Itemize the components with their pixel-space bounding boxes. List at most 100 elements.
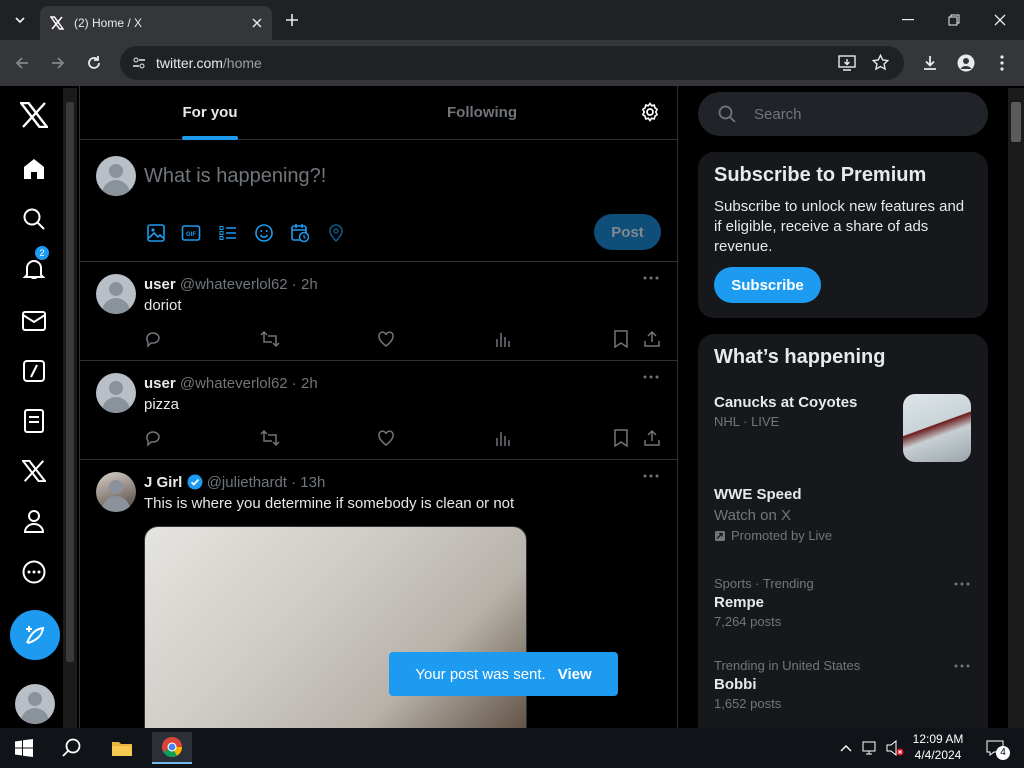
downloads-icon[interactable] — [916, 49, 944, 77]
trend-category: Trending in United States — [714, 658, 861, 673]
share-icon[interactable] — [643, 429, 661, 447]
menu-kebab-icon[interactable] — [988, 49, 1016, 77]
minimize-icon[interactable] — [894, 6, 922, 34]
windows-start-icon[interactable] — [4, 732, 44, 764]
more-circle-icon[interactable] — [17, 555, 51, 589]
close-tab-icon[interactable] — [252, 18, 262, 28]
forward-icon[interactable] — [44, 49, 72, 77]
browser-toolbar: twitter.com/home — [0, 40, 1024, 86]
profile-person-icon[interactable] — [17, 504, 51, 538]
emoji-icon[interactable] — [254, 223, 274, 243]
notifications-bell-icon[interactable]: 2 — [17, 246, 51, 286]
tweet[interactable]: user @whateverlol62 · 2h doriot — [80, 262, 677, 361]
tweet-handle[interactable]: @juliethardt · 13h — [207, 474, 326, 491]
trend-item[interactable]: Trending in United States Bobbi 1,652 po… — [714, 658, 972, 711]
right-sidebar: Search Subscribe to Premium Subscribe to… — [679, 86, 1007, 728]
trend-subtitle: Watch on X — [714, 507, 791, 524]
messages-envelope-icon[interactable] — [17, 304, 51, 338]
tab-for-you[interactable]: For you — [80, 86, 340, 140]
restore-icon[interactable] — [940, 6, 968, 34]
trend-more-icon[interactable] — [954, 664, 970, 668]
search-placeholder: Search — [754, 105, 802, 123]
subscribe-button[interactable]: Subscribe — [714, 267, 821, 303]
trend-item[interactable]: Canucks at Coyotes NHL · LIVE — [714, 394, 972, 466]
bookmark-icon[interactable] — [613, 330, 629, 348]
close-window-icon[interactable] — [986, 6, 1014, 34]
site-info-icon[interactable] — [132, 56, 146, 70]
tweet-media-image[interactable] — [144, 526, 527, 728]
home-icon[interactable] — [17, 152, 51, 186]
poll-icon[interactable] — [218, 223, 238, 243]
page-scrollbar[interactable] — [1008, 88, 1024, 728]
bookmark-icon[interactable] — [613, 429, 629, 447]
profile-icon[interactable] — [952, 49, 980, 77]
grok-icon[interactable] — [17, 354, 51, 388]
browser-tab[interactable]: (2) Home / X — [40, 6, 272, 40]
tweet-avatar[interactable] — [96, 472, 136, 512]
chrome-taskbar-icon[interactable] — [152, 732, 192, 764]
tray-overflow-chevron-icon[interactable] — [832, 732, 860, 764]
reply-icon[interactable] — [144, 429, 162, 447]
share-icon[interactable] — [643, 330, 661, 348]
trend-item[interactable]: Sports · Trending Rempe 7,264 posts — [714, 576, 972, 629]
premium-x-icon[interactable] — [17, 454, 51, 488]
tweet-more-icon[interactable] — [642, 375, 660, 379]
repost-icon[interactable] — [260, 330, 280, 348]
tweet-handle[interactable]: @whateverlol62 · 2h — [180, 375, 318, 392]
timeline-settings-gear-icon[interactable] — [640, 102, 660, 122]
gif-icon[interactable]: GIF — [181, 223, 201, 243]
like-heart-icon[interactable] — [377, 429, 395, 447]
views-chart-icon[interactable] — [495, 429, 511, 447]
tab-title: (2) Home / X — [74, 16, 143, 30]
clock-date: 4/4/2024 — [914, 748, 962, 762]
svg-text:GIF: GIF — [186, 232, 196, 238]
repost-icon[interactable] — [260, 429, 280, 447]
x-favicon-icon — [50, 16, 64, 30]
back-icon[interactable] — [8, 49, 36, 77]
tweet-text: This is where you determine if somebody … — [144, 495, 515, 512]
search-input[interactable]: Search — [698, 92, 988, 136]
premium-title: Subscribe to Premium — [714, 164, 927, 186]
volume-muted-icon[interactable] — [882, 732, 908, 764]
post-button[interactable]: Post — [594, 214, 661, 250]
file-explorer-icon[interactable] — [102, 732, 142, 764]
tweet-handle[interactable]: @whateverlol62 · 2h — [180, 276, 318, 293]
url-host: twitter.com — [156, 55, 223, 71]
views-chart-icon[interactable] — [495, 330, 511, 348]
tweet-avatar[interactable] — [96, 274, 136, 314]
x-logo-icon[interactable] — [17, 98, 51, 132]
composer-input[interactable]: What is happening?! — [144, 165, 326, 188]
tweet-author-name[interactable]: user — [144, 375, 176, 392]
premium-card: Subscribe to Premium Subscribe to unlock… — [698, 152, 988, 318]
reload-icon[interactable] — [80, 49, 108, 77]
address-bar[interactable]: twitter.com/home — [120, 46, 904, 80]
tab-search-icon[interactable] — [6, 6, 34, 34]
schedule-icon[interactable] — [290, 223, 310, 243]
trend-item[interactable]: WWE Speed Watch on X Promoted by Live — [714, 486, 972, 543]
bookmark-star-icon[interactable] — [872, 54, 889, 71]
media-image-icon[interactable] — [146, 223, 166, 243]
taskbar-clock[interactable]: 12:09 AM 4/4/2024 — [908, 731, 968, 763]
account-avatar[interactable] — [15, 684, 55, 724]
taskbar-search-icon[interactable] — [52, 732, 92, 764]
compose-post-button[interactable] — [10, 610, 60, 660]
tweet-author-name[interactable]: J Girl — [144, 474, 182, 491]
like-heart-icon[interactable] — [377, 330, 395, 348]
reply-icon[interactable] — [144, 330, 162, 348]
trend-more-icon[interactable] — [954, 582, 970, 586]
action-center-icon[interactable]: 4 — [978, 732, 1012, 764]
left-scrollbar[interactable] — [63, 88, 77, 728]
location-pin-icon[interactable] — [326, 223, 346, 243]
tweet[interactable]: user @whateverlol62 · 2h pizza — [80, 361, 677, 460]
tweet-avatar[interactable] — [96, 373, 136, 413]
tab-following[interactable]: Following — [352, 86, 612, 140]
network-icon[interactable] — [858, 732, 884, 764]
new-tab-icon[interactable] — [278, 6, 306, 34]
tweet-more-icon[interactable] — [642, 276, 660, 280]
lists-icon[interactable] — [17, 404, 51, 438]
explore-search-icon[interactable] — [17, 202, 51, 236]
toast-view-link[interactable]: View — [558, 666, 592, 683]
install-app-icon[interactable] — [838, 55, 856, 71]
tweet-author-name[interactable]: user — [144, 276, 176, 293]
tweet-more-icon[interactable] — [642, 474, 660, 478]
